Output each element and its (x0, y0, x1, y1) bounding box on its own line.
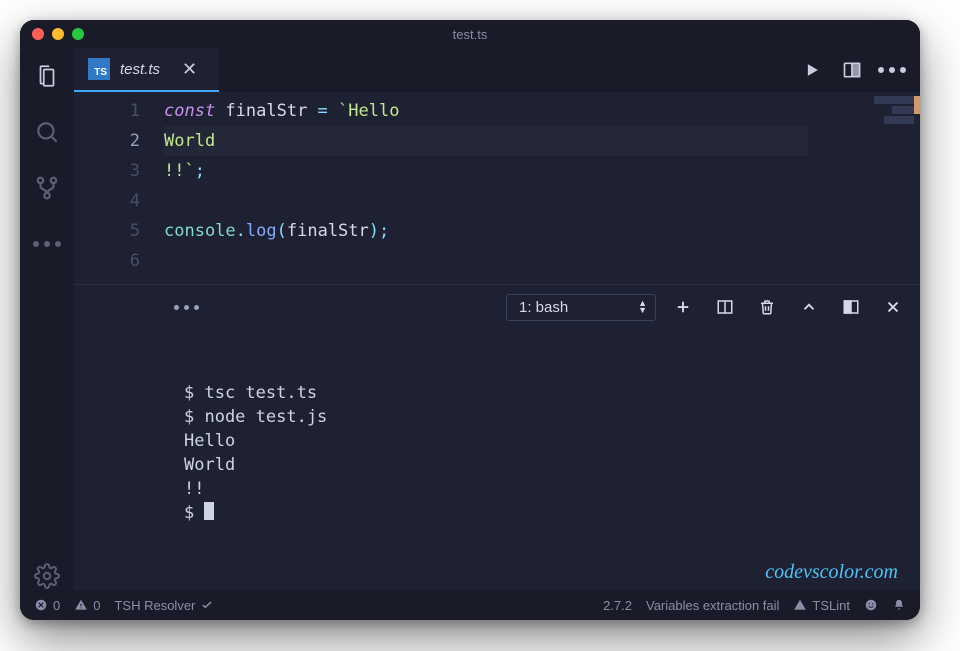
code-line[interactable]: !!`; (164, 156, 808, 186)
activity-bar (20, 48, 74, 590)
source-control-icon[interactable] (33, 174, 61, 202)
code-line[interactable]: World (164, 126, 808, 156)
status-version[interactable]: 2.7.2 (603, 598, 632, 613)
editor-group: TS test.ts ✕ (74, 48, 920, 590)
terminal-selector[interactable]: 1: bash ▲▼ (506, 294, 656, 321)
status-errors[interactable]: 0 (34, 598, 60, 613)
dropdown-arrows-icon: ▲▼ (638, 300, 647, 314)
line-number: 6 (74, 246, 140, 276)
line-number: 1 (74, 96, 140, 126)
settings-gear-icon[interactable] (33, 562, 61, 590)
more-actions-icon[interactable] (882, 60, 902, 80)
watermark-text: codevscolor.com (765, 561, 898, 584)
error-count: 0 (53, 598, 60, 613)
split-terminal-icon[interactable] (716, 298, 734, 316)
terminal-line: $ (184, 501, 900, 525)
line-number: 5 (74, 216, 140, 246)
close-panel-icon[interactable] (884, 298, 902, 316)
status-warnings[interactable]: 0 (74, 598, 100, 613)
status-feedback-icon[interactable] (864, 598, 878, 612)
maximize-panel-icon[interactable] (800, 298, 818, 316)
code-line[interactable] (164, 246, 808, 276)
tab-bar: TS test.ts ✕ (74, 48, 920, 92)
terminal-selector-label: 1: bash (519, 299, 568, 316)
new-terminal-icon[interactable] (674, 298, 692, 316)
zoom-window-button[interactable] (72, 28, 84, 40)
terminal-line: $ node test.js (184, 405, 900, 429)
tslint-label: TSLint (812, 598, 850, 613)
close-window-button[interactable] (32, 28, 44, 40)
terminal-line: World (184, 453, 900, 477)
status-bar: 0 0 TSH Resolver 2.7.2 Variables extract… (20, 590, 920, 620)
warning-count: 0 (93, 598, 100, 613)
tab-close-icon[interactable]: ✕ (182, 59, 197, 80)
line-number-gutter: 123456 (74, 96, 164, 276)
typescript-file-icon: TS (88, 58, 110, 80)
status-tslint[interactable]: TSLint (793, 598, 850, 613)
minimize-window-button[interactable] (52, 28, 64, 40)
editor-window: test.ts TS (20, 20, 920, 620)
status-message[interactable]: Variables extraction fail (646, 598, 779, 613)
terminal-line: Hello (184, 429, 900, 453)
line-number: 2 (74, 126, 140, 156)
terminal-actions (674, 298, 902, 316)
terminal-line: !! (184, 477, 900, 501)
panel-more-icon[interactable] (174, 305, 199, 310)
tab-test-ts[interactable]: TS test.ts ✕ (74, 48, 219, 92)
kill-terminal-icon[interactable] (758, 298, 776, 316)
explorer-icon[interactable] (33, 62, 61, 90)
status-bell-icon[interactable] (892, 598, 906, 612)
status-resolver[interactable]: TSH Resolver (114, 598, 214, 613)
code-line[interactable] (164, 186, 808, 216)
minimap[interactable] (868, 96, 920, 276)
resolver-label: TSH Resolver (114, 598, 195, 613)
run-icon[interactable] (802, 60, 822, 80)
code-editor[interactable]: 123456 const finalStr = `HelloWorld!!`;c… (74, 92, 920, 284)
code-line[interactable]: console.log(finalStr); (164, 216, 808, 246)
window-controls (32, 28, 84, 40)
split-editor-icon[interactable] (842, 60, 862, 80)
line-number: 3 (74, 156, 140, 186)
titlebar: test.ts (20, 20, 920, 48)
terminal-line: $ tsc test.ts (184, 381, 900, 405)
window-title: test.ts (20, 27, 920, 42)
line-number: 4 (74, 186, 140, 216)
toggle-panel-icon[interactable] (842, 298, 860, 316)
tab-label: test.ts (120, 61, 160, 78)
code-content[interactable]: const finalStr = `HelloWorld!!`; console.… (164, 96, 868, 276)
panel-toolbar: 1: bash ▲▼ (74, 285, 920, 329)
code-line[interactable]: const finalStr = `Hello (164, 96, 808, 126)
workspace: TS test.ts ✕ (20, 48, 920, 590)
more-views-icon[interactable] (33, 230, 61, 258)
terminal-cursor (204, 502, 214, 520)
terminal-panel: 1: bash ▲▼ $ tsc test.ts$ node test.jsHe… (74, 284, 920, 590)
editor-actions (802, 48, 920, 92)
terminal-output[interactable]: $ tsc test.ts$ node test.jsHelloWorld!!$… (74, 329, 920, 590)
search-icon[interactable] (33, 118, 61, 146)
